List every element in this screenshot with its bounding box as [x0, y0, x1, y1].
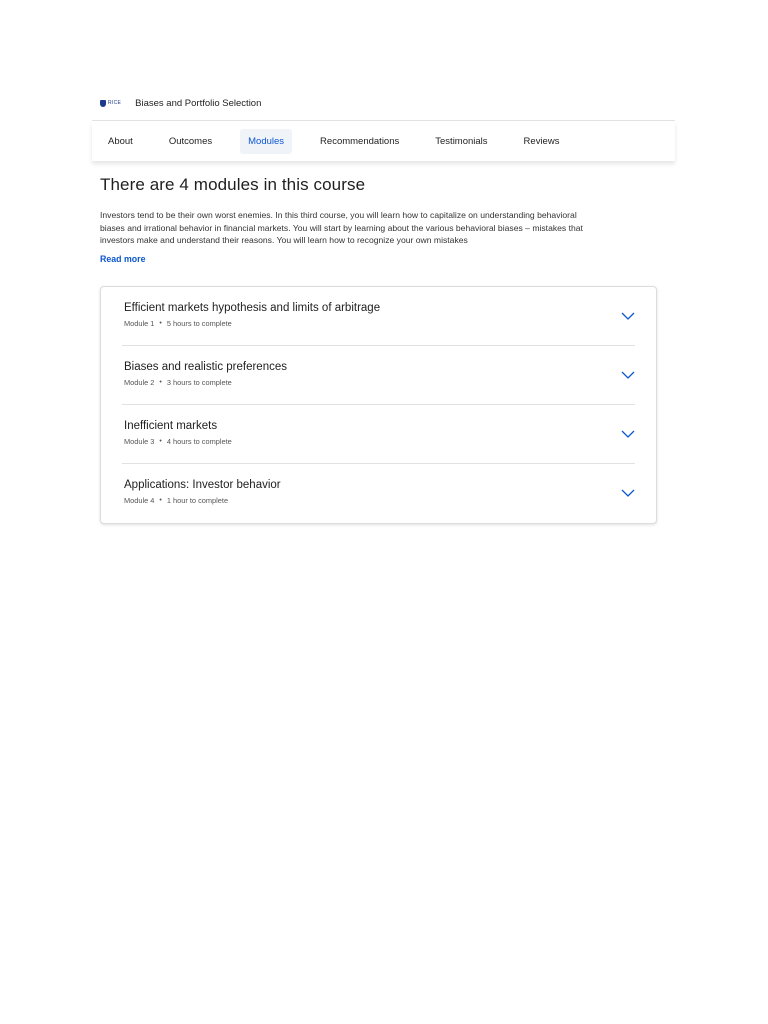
modules-accordion: Efficient markets hypothesis and limits …: [100, 286, 657, 524]
course-title: Biases and Portfolio Selection: [135, 97, 262, 109]
course-page: RICE Biases and Portfolio Selection Abou…: [92, 86, 675, 524]
tab-testimonials[interactable]: Testimonials: [427, 129, 495, 154]
logo-text: RICE: [108, 100, 122, 106]
module-title: Inefficient markets: [124, 420, 218, 432]
meta-separator: •: [159, 320, 162, 327]
rice-logo[interactable]: RICE: [100, 99, 122, 107]
module-duration: 3 hours to complete: [166, 378, 232, 387]
tab-modules[interactable]: Modules: [240, 128, 293, 154]
section-tabs: About Outcomes Modules Recommendations T…: [92, 121, 675, 161]
module-item[interactable]: Efficient markets hypothesis and limits …: [122, 287, 635, 346]
module-meta: Module 4 • 1 hour to complete: [122, 496, 635, 505]
module-number: Module 1: [124, 319, 155, 328]
meta-separator: •: [159, 438, 162, 445]
module-title: Efficient markets hypothesis and limits …: [124, 302, 381, 314]
tab-about[interactable]: About: [100, 129, 141, 154]
module-title: Applications: Investor behavior: [124, 479, 281, 491]
section-heading: There are 4 modules in this course: [100, 175, 366, 194]
read-more-link[interactable]: Read more: [100, 254, 145, 264]
module-title: Biases and realistic preferences: [124, 361, 287, 373]
course-description: Investors tend to be their own worst ene…: [100, 210, 583, 246]
modules-section: There are 4 modules in this course Inves…: [92, 161, 675, 524]
chevron-down-icon[interactable]: [621, 429, 635, 439]
module-meta: Module 2 • 3 hours to complete: [122, 378, 635, 387]
chevron-down-icon[interactable]: [621, 370, 635, 380]
module-duration: 5 hours to complete: [166, 319, 232, 328]
module-number: Module 4: [124, 496, 155, 505]
module-item[interactable]: Applications: Investor behavior Module 4…: [122, 464, 635, 523]
module-item[interactable]: Inefficient markets Module 3 • 4 hours t…: [122, 405, 635, 464]
module-duration: 4 hours to complete: [166, 437, 232, 446]
module-meta: Module 3 • 4 hours to complete: [122, 437, 635, 446]
module-item[interactable]: Biases and realistic preferences Module …: [122, 346, 635, 405]
tab-outcomes[interactable]: Outcomes: [161, 129, 220, 154]
chevron-down-icon[interactable]: [621, 311, 635, 321]
tab-reviews[interactable]: Reviews: [516, 129, 568, 154]
module-number: Module 3: [124, 437, 155, 446]
shield-icon: [100, 99, 106, 107]
meta-separator: •: [159, 497, 162, 504]
module-duration: 1 hour to complete: [166, 496, 229, 505]
chevron-down-icon[interactable]: [621, 488, 635, 498]
meta-separator: •: [159, 379, 162, 386]
tab-recommendations[interactable]: Recommendations: [312, 129, 407, 154]
module-meta: Module 1 • 5 hours to complete: [122, 319, 635, 328]
top-bar: RICE Biases and Portfolio Selection: [92, 86, 675, 121]
module-number: Module 2: [124, 378, 155, 387]
